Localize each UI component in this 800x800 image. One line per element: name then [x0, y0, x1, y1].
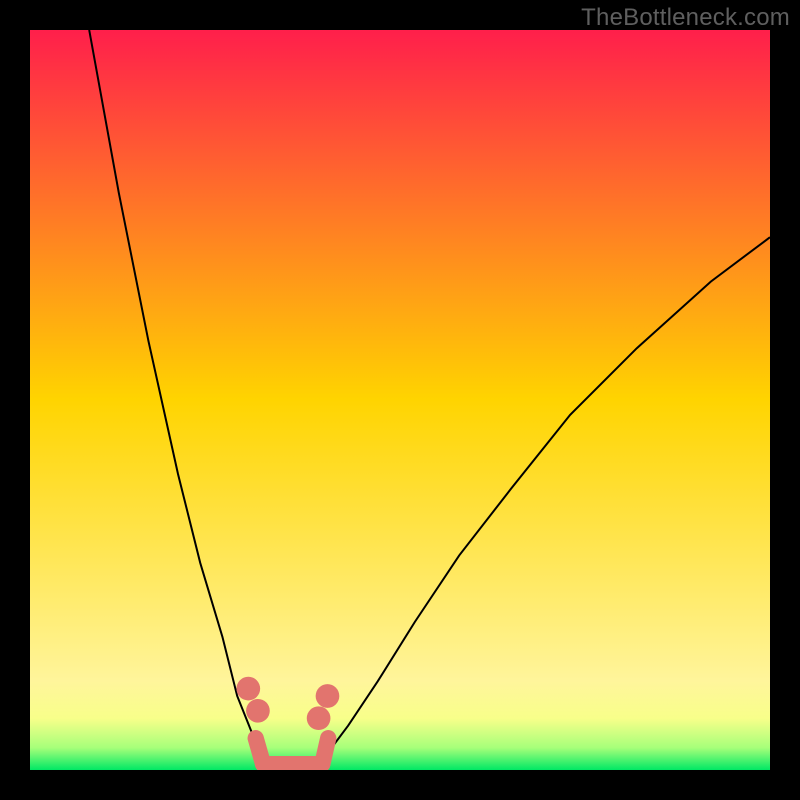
right-dot-a	[307, 706, 331, 730]
watermark-text: TheBottleneck.com	[581, 4, 790, 32]
valley-nub-right	[322, 738, 328, 764]
left-dot-b	[246, 699, 270, 723]
plot-area	[30, 30, 770, 770]
right-dot-b	[316, 684, 340, 708]
series-right-branch	[311, 237, 770, 770]
series-left-branch	[89, 30, 281, 770]
valley-nub-left	[256, 738, 263, 764]
left-dot-a	[236, 677, 260, 701]
curves-layer	[30, 30, 770, 770]
chart-frame: TheBottleneck.com	[0, 0, 800, 800]
